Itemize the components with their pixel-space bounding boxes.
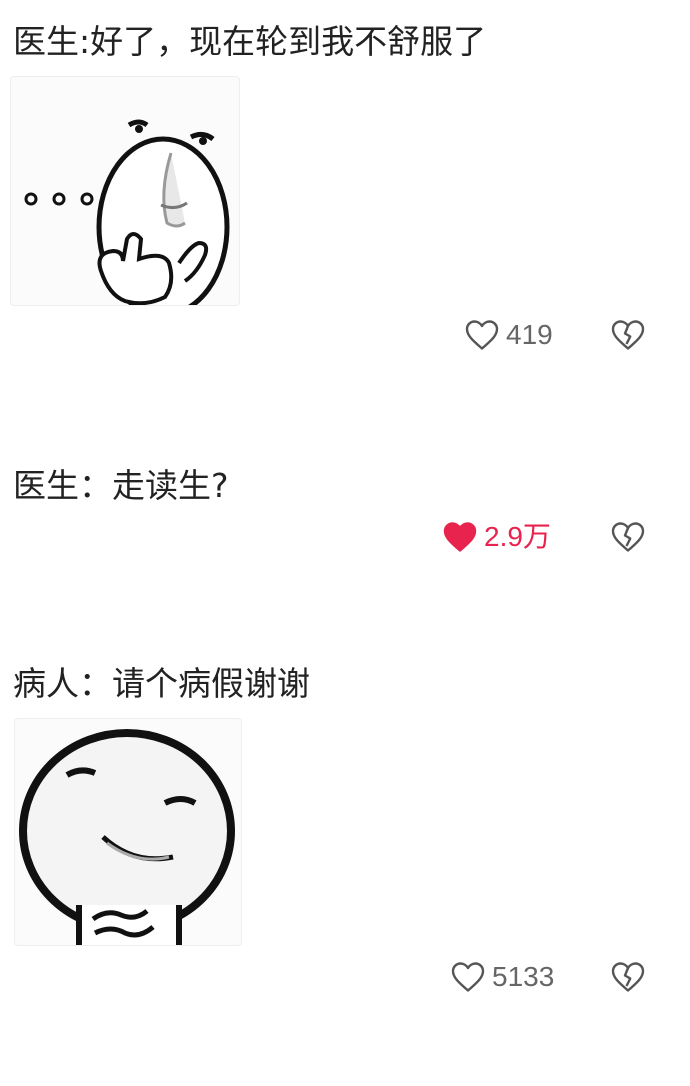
dislike-button-2[interactable] <box>610 520 646 554</box>
comment-text-3: 病人：请个病假谢谢 <box>13 664 310 703</box>
broken-heart-icon <box>611 962 645 992</box>
like-count-3: 5133 <box>492 961 555 992</box>
heart-outline-icon <box>451 962 485 992</box>
heart-filled-icon <box>443 522 477 552</box>
dislike-button-1[interactable] <box>610 318 646 352</box>
dislike-button-3[interactable] <box>610 960 646 994</box>
like-button-2[interactable]: 2.9万 <box>442 520 551 554</box>
comment-text-1: 医生:好了，现在轮到我不舒服了 <box>13 22 487 61</box>
smirking-face-icon <box>19 729 235 945</box>
heart-outline-icon <box>465 320 499 350</box>
smirking-face-sticker[interactable] <box>14 718 242 946</box>
pondering-face-sticker[interactable] <box>10 76 240 306</box>
like-button-1[interactable]: 419 <box>464 318 553 352</box>
pondering-face-icon <box>24 119 230 305</box>
comment-text-2: 医生：走读生? <box>13 466 229 505</box>
like-count-1: 419 <box>506 319 553 350</box>
like-count-2: 2.9万 <box>484 521 551 552</box>
broken-heart-icon <box>611 320 645 350</box>
like-button-3[interactable]: 5133 <box>450 960 554 994</box>
broken-heart-icon <box>611 522 645 552</box>
